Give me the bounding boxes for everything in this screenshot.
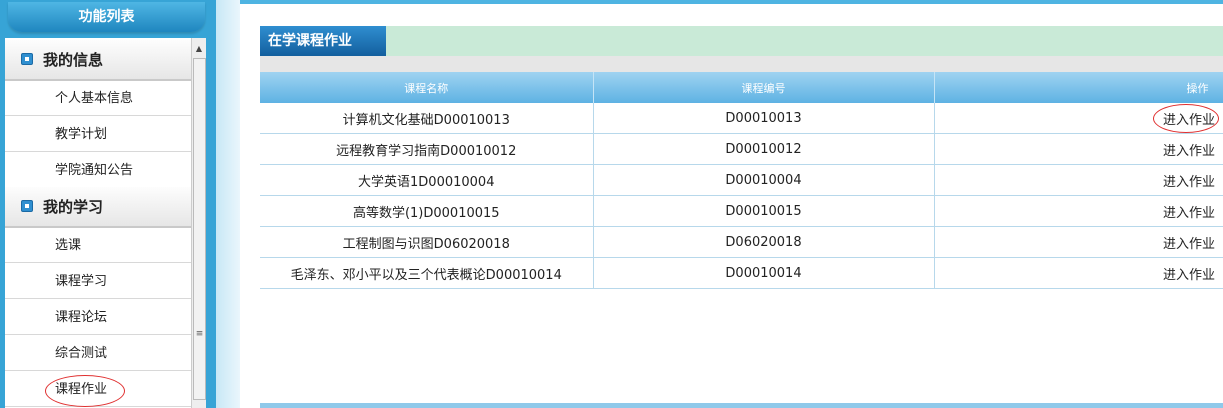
scroll-thumb[interactable]: ≡ — [193, 58, 206, 400]
enter-homework-link[interactable]: 进入作业 — [1163, 175, 1215, 190]
enter-homework-link[interactable]: 进入作业 — [1163, 268, 1215, 283]
page-title: 在学课程作业 — [260, 26, 386, 56]
table-row: 大学英语1D00010004 D00010004 进入作业 — [260, 164, 1223, 196]
top-strip — [240, 0, 1223, 4]
course-name-cell: 远程教育学习指南D00010012 — [260, 133, 594, 165]
course-name-cell: 工程制图与识图D06020018 — [260, 226, 594, 258]
course-code-cell: D06020018 — [593, 226, 935, 258]
menu-item-course-forum[interactable]: 课程论坛 — [5, 300, 191, 335]
sidebar-title: 功能列表 — [8, 2, 205, 32]
action-cell: 进入作业 — [934, 195, 1223, 227]
menu-item-personal-info[interactable]: 个人基本信息 — [5, 81, 191, 116]
action-cell: 进入作业 — [934, 164, 1223, 196]
course-code-cell: D00010012 — [593, 133, 935, 165]
column-header-action: 操作 — [934, 72, 1223, 103]
course-name-cell: 毛泽东、邓小平以及三个代表概论D00010014 — [260, 257, 594, 289]
course-name-cell: 计算机文化基础D00010013 — [260, 103, 594, 134]
section-my-info[interactable]: 我的信息 — [5, 40, 191, 81]
course-code-cell: D00010013 — [593, 103, 935, 134]
enter-homework-link[interactable]: 进入作业 — [1163, 144, 1215, 159]
table-row: 远程教育学习指南D00010012 D00010012 进入作业 — [260, 133, 1223, 165]
main-title-bar: 在学课程作业 — [260, 26, 1223, 56]
bottom-bar — [260, 403, 1223, 408]
section-my-study[interactable]: 我的学习 — [5, 187, 191, 228]
menu-item-teaching-plan[interactable]: 教学计划 — [5, 117, 191, 152]
gray-separator — [260, 56, 1223, 72]
scroll-grip-icon: ≡ — [195, 329, 204, 339]
enter-homework-link[interactable]: 进入作业 — [1163, 206, 1215, 221]
action-cell: 进入作业 — [934, 133, 1223, 165]
table-row: 工程制图与识图D06020018 D06020018 进入作业 — [260, 226, 1223, 258]
table-row: 高等数学(1)D00010015 D00010015 进入作业 — [260, 195, 1223, 227]
course-code-cell: D00010014 — [593, 257, 935, 289]
action-cell: 进入作业 — [934, 257, 1223, 289]
menu-item-course-study[interactable]: 课程学习 — [5, 264, 191, 299]
enter-homework-link[interactable]: 进入作业 — [1163, 237, 1215, 252]
course-code-cell: D00010015 — [593, 195, 935, 227]
annotation-circle — [45, 375, 125, 407]
column-header-course-name: 课程名称 — [260, 72, 594, 103]
annotation-circle — [1153, 104, 1219, 133]
menu-item-course-homework[interactable]: 课程作业 — [5, 372, 191, 407]
menu-panel: 我的信息 个人基本信息 教学计划 学院通知公告 我的学习 选课 课程学习 课程论… — [5, 38, 191, 408]
course-code-cell: D00010004 — [593, 164, 935, 196]
menu-scrollbar[interactable]: ▲ ≡ — [191, 38, 206, 408]
courses-table: 课程名称 课程编号 操作 计算机文化基础D00010013 D00010013 … — [260, 72, 1223, 289]
course-name-cell: 大学英语1D00010004 — [260, 164, 594, 196]
column-header-course-code: 课程编号 — [593, 72, 935, 103]
table-row: 计算机文化基础D00010013 D00010013 进入作业 — [260, 103, 1223, 134]
sidebar: 功能列表 我的信息 个人基本信息 教学计划 学院通知公告 我的学习 选课 课程学… — [0, 0, 216, 408]
scroll-up-icon[interactable]: ▲ — [192, 42, 206, 56]
section-bullet-icon — [21, 52, 33, 65]
section-label: 我的信息 — [43, 51, 104, 69]
section-label: 我的学习 — [43, 198, 104, 216]
menu-item-college-notice[interactable]: 学院通知公告 — [5, 153, 191, 188]
action-cell: 进入作业 — [934, 226, 1223, 258]
menu-item-course-selection[interactable]: 选课 — [5, 228, 191, 263]
menu-item-comprehensive-test[interactable]: 综合测试 — [5, 336, 191, 371]
section-bullet-icon — [21, 199, 33, 212]
action-cell: 进入作业 — [934, 103, 1223, 134]
table-row: 毛泽东、邓小平以及三个代表概论D00010014 D00010014 进入作业 — [260, 257, 1223, 289]
course-name-cell: 高等数学(1)D00010015 — [260, 195, 594, 227]
table-header-row: 课程名称 课程编号 操作 — [260, 72, 1223, 103]
pane-divider — [216, 0, 240, 408]
